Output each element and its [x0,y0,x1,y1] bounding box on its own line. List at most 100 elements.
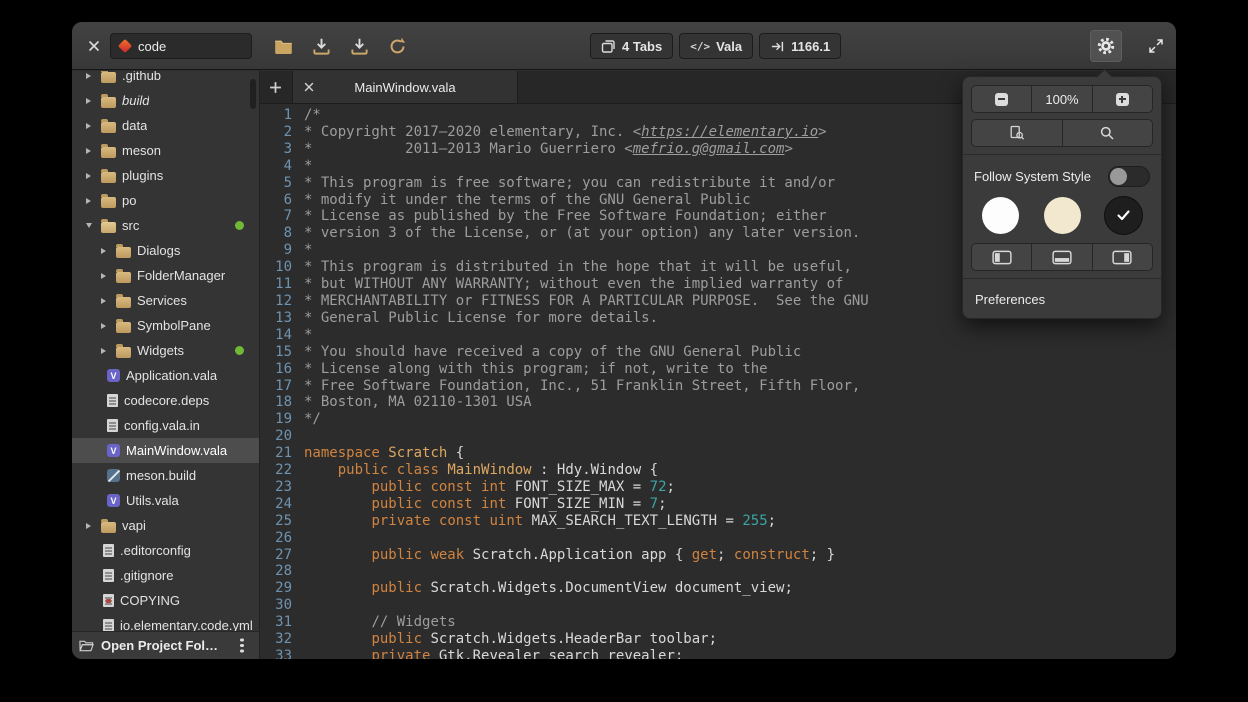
code-line[interactable]: 16* License along with this program; if … [260,361,1176,378]
tree-item-po[interactable]: po [72,188,259,213]
tree-item--github[interactable]: .github [72,71,259,88]
expand-arrow-icon[interactable] [97,298,110,304]
tree-item-build[interactable]: build [72,88,259,113]
toggle-symbol-pane-button[interactable] [1093,244,1152,270]
tree-item-vapi[interactable]: vapi [72,513,259,538]
zoom-default-button[interactable]: 100% [1032,86,1092,112]
code-line[interactable]: 15* You should have received a copy of t… [260,344,1176,361]
sidebar-scrollbar[interactable] [250,79,256,109]
tree-item-label: meson.build [126,468,196,483]
code-line[interactable]: 31 // Widgets [260,614,1176,631]
tree-item-utils-vala[interactable]: VUtils.vala [72,488,259,513]
preferences-menu-item[interactable]: Preferences [971,286,1153,312]
tree-item--editorconfig[interactable]: .editorconfig [72,538,259,563]
project-chooser-button[interactable]: code [110,33,252,59]
line-number: 15 [260,344,302,361]
tabs-overview-button[interactable]: 4 Tabs [590,33,673,59]
open-folder-icon [79,639,94,652]
revert-button[interactable] [382,31,412,61]
fullscreen-arrows-icon [1148,38,1164,54]
build-icon [107,469,120,482]
project-menu-button[interactable] [232,635,252,657]
tree-item-codecore-deps[interactable]: codecore.deps [72,388,259,413]
open-project-folder-button[interactable]: Open Project Folder… [101,638,225,653]
find-in-files-button[interactable] [972,120,1063,146]
code-line[interactable]: 22 public class MainWindow : Hdy.Window … [260,462,1176,479]
code-line[interactable]: 23 public const int FONT_SIZE_MAX = 72; [260,479,1176,496]
language-button[interactable]: </> Vala [679,33,753,59]
expand-arrow-icon[interactable] [82,523,95,529]
code-line[interactable]: 30 [260,597,1176,614]
goto-line-button[interactable]: 1166.1 [759,33,841,59]
tree-item-plugins[interactable]: plugins [72,163,259,188]
expand-arrow-icon[interactable] [82,98,95,104]
zoom-out-button[interactable] [972,86,1032,112]
open-file-button[interactable] [268,31,298,61]
project-name: code [138,39,166,54]
code-line[interactable]: 32 public Scratch.Widgets.HeaderBar tool… [260,631,1176,648]
code-line[interactable]: 33 private Gtk.Revealer search_revealer; [260,648,1176,659]
tab-close-button[interactable] [301,79,317,95]
code-text: * Copyright 2017–2020 elementary, Inc. <… [302,124,827,141]
window-close-button[interactable] [84,36,104,56]
tree-item-config-vala-in[interactable]: config.vala.in [72,413,259,438]
tree-item-foldermanager[interactable]: FolderManager [72,263,259,288]
code-text: * modify it under the terms of the GNU G… [302,192,751,209]
tree-item-dialogs[interactable]: Dialogs [72,238,259,263]
sepia-style-button[interactable] [1044,197,1081,234]
code-line[interactable]: 21namespace Scratch { [260,445,1176,462]
expand-arrow-icon[interactable] [82,123,95,129]
save-as-button[interactable] [344,31,374,61]
code-line[interactable]: 20 [260,428,1176,445]
light-style-button[interactable] [982,197,1019,234]
code-line[interactable]: 29 public Scratch.Widgets.DocumentView d… [260,580,1176,597]
code-line[interactable]: 24 public const int FONT_SIZE_MIN = 7; [260,496,1176,513]
tree-item--gitignore[interactable]: .gitignore [72,563,259,588]
code-line[interactable]: 25 private const uint MAX_SEARCH_TEXT_LE… [260,513,1176,530]
zoom-in-button[interactable] [1093,86,1152,112]
code-line[interactable]: 26 [260,530,1176,547]
expand-arrow-icon[interactable] [97,248,110,254]
tree-item-copying[interactable]: COPYING [72,588,259,613]
code-line[interactable]: 27 public weak Scratch.Application app {… [260,547,1176,564]
tree-item-meson-build[interactable]: meson.build [72,463,259,488]
tree-item-application-vala[interactable]: VApplication.vala [72,363,259,388]
find-button[interactable] [1063,120,1153,146]
tree-item-widgets[interactable]: Widgets [72,338,259,363]
save-button[interactable] [306,31,336,61]
tab-mainwindow-vala[interactable]: MainWindow.vala [292,71,518,103]
expand-arrow-icon[interactable] [82,173,95,179]
tree-item-data[interactable]: data [72,113,259,138]
settings-menu-button[interactable] [1090,30,1122,62]
dark-style-button[interactable] [1105,197,1142,234]
code-line[interactable]: 28 [260,563,1176,580]
line-number: 2 [260,124,302,141]
code-line[interactable]: 14* [260,327,1176,344]
expand-arrow-icon[interactable] [97,273,110,279]
new-tab-button[interactable] [260,71,290,103]
sidebar-footer: Open Project Folder… [72,631,259,659]
fullscreen-button[interactable] [1142,30,1170,62]
tree-item-symbolpane[interactable]: SymbolPane [72,313,259,338]
code-line[interactable]: 19*/ [260,411,1176,428]
collapse-arrow-icon[interactable] [82,223,95,228]
tree-item-meson[interactable]: meson [72,138,259,163]
tree-item-label: meson [122,143,161,158]
tab-label: MainWindow.vala [354,80,455,95]
toggle-bottom-panel-button[interactable] [1032,244,1092,270]
tree-item-mainwindow-vala[interactable]: VMainWindow.vala [72,438,259,463]
tree-item-src[interactable]: src [72,213,259,238]
code-line[interactable]: 18* Boston, MA 02110-1301 USA [260,394,1176,411]
expand-arrow-icon[interactable] [97,323,110,329]
expand-arrow-icon[interactable] [82,148,95,154]
expand-arrow-icon[interactable] [97,348,110,354]
tree-item-services[interactable]: Services [72,288,259,313]
toggle-sidebar-button[interactable] [972,244,1032,270]
expand-arrow-icon[interactable] [82,198,95,204]
code-line[interactable]: 17* Free Software Foundation, Inc., 51 F… [260,378,1176,395]
line-number: 25 [260,513,302,530]
line-number: 30 [260,597,302,614]
follow-system-style-switch[interactable] [1108,166,1150,187]
expand-arrow-icon[interactable] [82,73,95,79]
goto-line-icon [770,39,785,54]
